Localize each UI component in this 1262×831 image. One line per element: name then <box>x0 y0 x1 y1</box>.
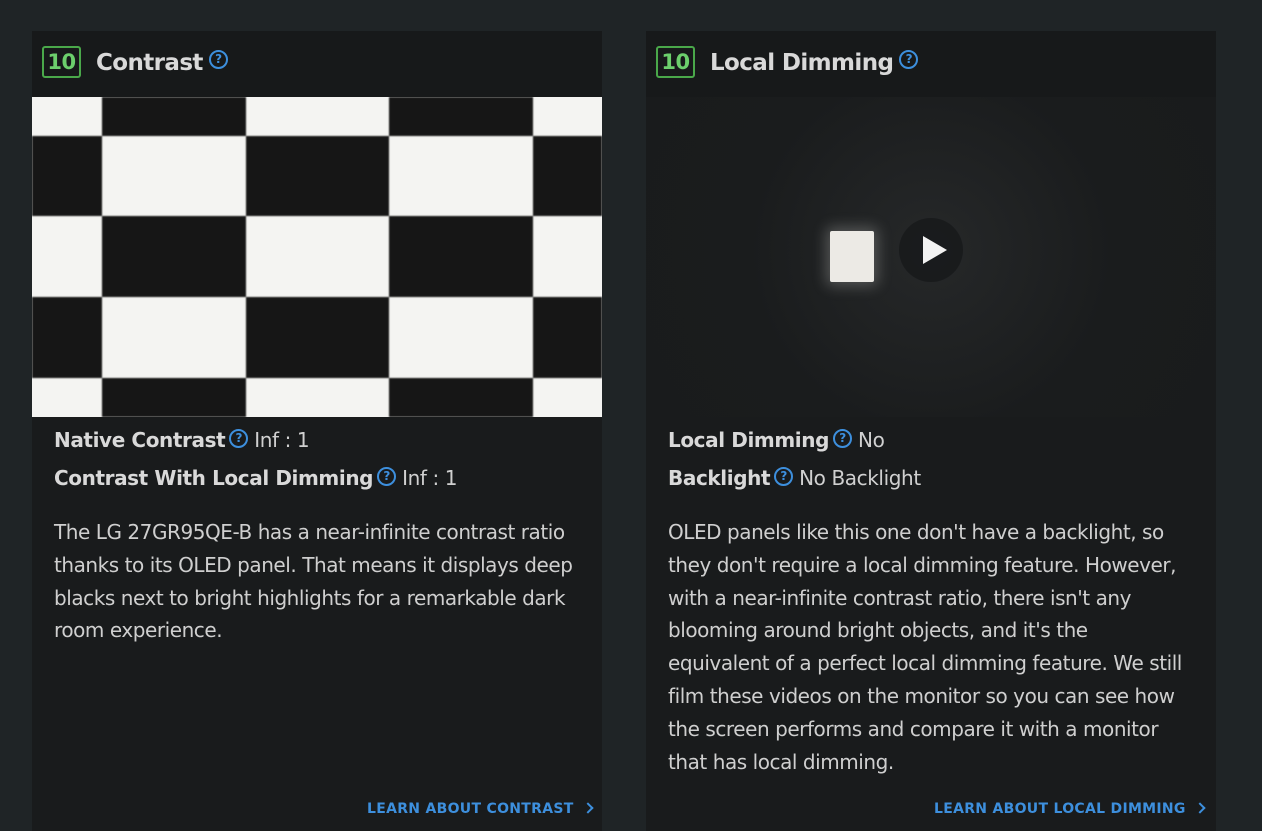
local-dimming-title: Local Dimming? <box>710 46 919 80</box>
spec-value: No Backlight <box>799 466 921 490</box>
question-circle-icon[interactable]: ? <box>833 429 853 448</box>
learn-about-local-dimming-link[interactable]: LEARN ABOUT LOCAL DIMMING <box>934 801 1206 817</box>
local-dimming-card: 10 Local Dimming? Local Dimming? No Backl… <box>646 31 1216 831</box>
local-dimming-video[interactable] <box>646 97 1216 417</box>
question-circle-icon[interactable]: ? <box>774 467 794 486</box>
spec-label: Native Contrast <box>54 428 226 452</box>
chevron-right-icon <box>581 802 594 814</box>
spec-local-dimming: Local Dimming? No <box>668 425 1208 463</box>
spec-label: Contrast With Local Dimming <box>54 466 374 490</box>
spec-value: No <box>858 428 885 452</box>
learn-link-text: LEARN ABOUT CONTRAST <box>367 801 574 817</box>
contrast-description: The LG 27GR95QE-B has a near-infinite co… <box>54 520 573 643</box>
contrast-score-badge: 10 <box>42 46 81 78</box>
spec-backlight: Backlight? No Backlight <box>668 463 1208 501</box>
local-dimming-description: OLED panels like this one don't have a b… <box>668 520 1182 774</box>
checkerboard-pattern <box>32 97 602 417</box>
contrast-header: 10 Contrast? <box>32 31 602 97</box>
spec-contrast-local-dimming: Contrast With Local Dimming? Inf : 1 <box>54 463 594 501</box>
local-dimming-score-badge: 10 <box>656 46 695 78</box>
contrast-checkerboard-image <box>32 97 602 417</box>
local-dimming-header: 10 Local Dimming? <box>646 31 1216 97</box>
spec-value: Inf : 1 <box>402 466 458 490</box>
learn-link-text: LEARN ABOUT LOCAL DIMMING <box>934 801 1186 817</box>
contrast-title: Contrast? <box>96 46 228 80</box>
play-button[interactable] <box>899 218 963 282</box>
question-circle-icon[interactable]: ? <box>229 429 249 448</box>
play-icon <box>923 236 947 264</box>
learn-about-contrast-link[interactable]: LEARN ABOUT CONTRAST <box>367 801 594 817</box>
contrast-card: 10 Contrast? Native Contrast ? Inf: 1 C… <box>32 31 602 831</box>
local-dimming-specs: Local Dimming? No Backlight? No Backlight <box>668 425 1208 501</box>
chevron-right-icon <box>1194 802 1206 814</box>
video-lit-square <box>830 231 874 282</box>
question-circle-icon[interactable]: ? <box>899 50 919 69</box>
contrast-specs: Native Contrast? Inf : 1 Contrast With Lo… <box>54 425 594 501</box>
spec-label: Local Dimming <box>668 428 830 452</box>
question-circle-icon[interactable]: ? <box>377 467 397 486</box>
spec-native-contrast: Native Contrast? Inf : 1 <box>54 425 594 463</box>
local-dimming-title-text: Local Dimming <box>710 50 894 76</box>
spec-label: Backlight <box>668 466 771 490</box>
spec-value: Inf : 1 <box>254 428 310 452</box>
question-circle-icon[interactable]: ? <box>208 50 228 69</box>
contrast-title-text: Contrast <box>96 50 203 76</box>
